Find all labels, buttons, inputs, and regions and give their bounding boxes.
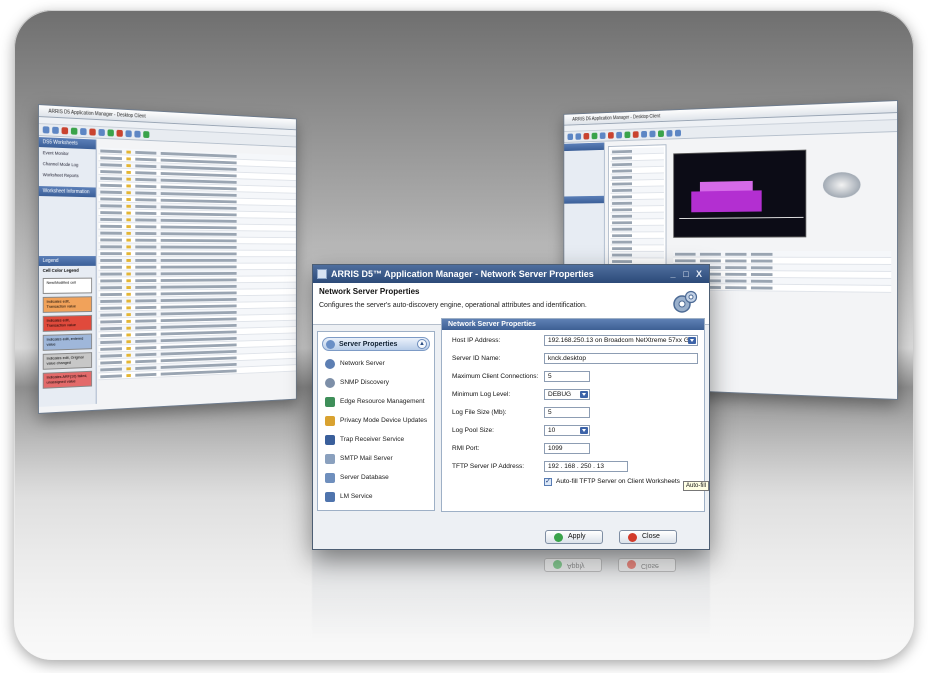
- log-pool-size-select[interactable]: 10: [544, 425, 590, 436]
- information-content: [39, 196, 96, 256]
- maximize-icon[interactable]: □: [680, 268, 692, 280]
- legend-item: Indicates edit, Transaction value: [43, 315, 92, 332]
- nav-item-trap-receiver-service[interactable]: Trap Receiver Service: [318, 430, 434, 449]
- chevron-down-icon: [580, 427, 588, 434]
- network-server-properties-dialog: ARRIS D5™ Application Manager - Network …: [312, 264, 710, 550]
- rmi-port-label: RMI Port:: [452, 443, 479, 455]
- nav-item-lm-service[interactable]: LM Service: [318, 487, 434, 506]
- apply-check-icon: [554, 533, 563, 542]
- pie-chart: [823, 172, 861, 198]
- autofill-checkbox[interactable]: ✓ Auto-fill TFTP Server on Client Worksh…: [544, 477, 680, 487]
- edge-resource-icon: [325, 397, 335, 407]
- tftp-ip-label: TFTP Server IP Address:: [452, 461, 524, 473]
- app-icon: [317, 269, 327, 279]
- host-ip-label: Host IP Address:: [452, 335, 500, 347]
- tftp-ip-input[interactable]: 192 . 168 . 250 . 13: [544, 461, 628, 472]
- left-background-window: ARRIS D5 Application Manager - Desktop C…: [38, 104, 297, 414]
- legend-header: Legend: [39, 256, 96, 266]
- chevron-down-icon: [580, 391, 588, 398]
- host-ip-select[interactable]: 192.168.250.13 on Broadcom NetXtreme 57x…: [544, 335, 698, 346]
- legend-item: Indicates edit, Original value changed: [43, 352, 92, 370]
- gears-icon: [671, 289, 699, 317]
- left-window-sidebar: DS5 Worksheets Event Monitor Channel Mod…: [39, 137, 97, 407]
- rmi-port-input[interactable]: 1099: [544, 443, 590, 454]
- trap-receiver-icon: [325, 435, 335, 445]
- smtp-mail-icon: [325, 454, 335, 464]
- sidebar-item-worksheet-reports[interactable]: Worksheet Reports: [39, 169, 96, 182]
- chevron-down-icon: [688, 337, 696, 344]
- min-log-level-label: Minimum Log Level:: [452, 389, 510, 401]
- header-description: Configures the server's auto-discovery e…: [319, 302, 703, 309]
- close-button[interactable]: Close: [619, 530, 677, 544]
- nav-item-network-server[interactable]: Network Server: [318, 354, 434, 373]
- properties-panel: Network Server Properties Host IP Addres…: [441, 318, 705, 512]
- nav-item-edge-resource-management[interactable]: Edge Resource Management: [318, 392, 434, 411]
- log-pool-size-label: Log Pool Size:: [452, 425, 494, 437]
- nav-header-server-properties[interactable]: Server Properties ▲: [322, 337, 430, 351]
- apply-button-reflection: Apply: [544, 558, 602, 572]
- nav-item-server-database[interactable]: Server Database: [318, 468, 434, 487]
- min-log-level-select[interactable]: DEBUG: [544, 389, 590, 400]
- network-server-icon: [325, 359, 335, 369]
- nav-item-smtp-mail-server[interactable]: SMTP Mail Server: [318, 449, 434, 468]
- server-id-label: Server ID Name:: [452, 353, 500, 365]
- bandwidth-chart: [673, 150, 806, 238]
- lm-service-icon: [325, 492, 335, 502]
- panel-header: Network Server Properties: [442, 319, 704, 330]
- header-title: Network Server Properties: [319, 287, 703, 296]
- server-id-input[interactable]: knck.desktop: [544, 353, 698, 364]
- server-database-icon: [325, 473, 335, 483]
- collapse-toggle-icon[interactable]: ▲: [417, 339, 427, 349]
- minimize-icon[interactable]: _: [667, 268, 679, 280]
- settings-nav: Server Properties ▲ Network Server SNMP …: [317, 331, 435, 511]
- nav-item-snmp-discovery[interactable]: SNMP Discovery: [318, 373, 434, 392]
- close-icon[interactable]: X: [693, 268, 705, 280]
- dialog-title: ARRIS D5™ Application Manager - Network …: [331, 269, 594, 279]
- legend-item: Indicates ARF(10) failed, unassigned val…: [43, 371, 92, 389]
- legend-item: Indicates edit, entered value: [43, 334, 92, 351]
- checkbox-check-icon: ✓: [544, 478, 552, 486]
- log-file-size-input[interactable]: 5: [544, 407, 590, 418]
- legend-item: New/Modified cell: [43, 278, 92, 294]
- nav-item-privacy-mode-device-updates[interactable]: Privacy Mode Device Updates: [318, 411, 434, 430]
- event-table: [98, 147, 295, 380]
- max-clients-label: Maximum Client Connections:: [452, 371, 538, 383]
- close-button-reflection: Close: [618, 558, 676, 572]
- max-clients-input[interactable]: 5: [544, 371, 590, 382]
- privacy-mode-icon: [325, 416, 335, 426]
- close-circle-icon: [628, 533, 637, 542]
- snmp-discovery-icon: [325, 378, 335, 388]
- autofill-tooltip: Auto-fill: [683, 481, 709, 491]
- apply-button[interactable]: Apply: [545, 530, 603, 544]
- dialog-title-bar: ARRIS D5™ Application Manager - Network …: [313, 265, 709, 283]
- server-properties-icon: [326, 340, 335, 349]
- legend-title: Cell Color Legend: [39, 266, 96, 275]
- legend-item: Indicates edit, Transaction value: [43, 296, 92, 313]
- log-file-size-label: Log File Size (Mb):: [452, 407, 507, 419]
